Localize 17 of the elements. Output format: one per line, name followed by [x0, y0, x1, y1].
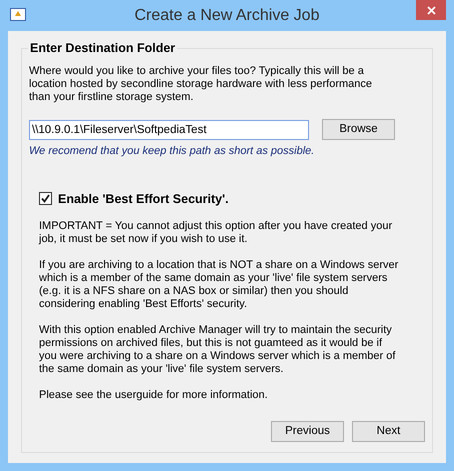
app-icon: [10, 8, 26, 21]
check-icon: [41, 194, 50, 204]
close-button[interactable]: [416, 0, 446, 20]
checkbox[interactable]: [39, 192, 52, 206]
path-field[interactable]: \\10.9.0.1\Fileserver\SoftpediaTest: [29, 120, 309, 140]
nav-button[interactable]: Previous: [271, 421, 344, 442]
close-icon: [426, 6, 436, 14]
info-paragraph: With this option enabled Archive Manager will try to maintain the security permissions on archived files, but this is not guamteed as it would be if you were archiving to a share on a Windows server which is a member of the same domain as your 'live' file system servers.: [39, 324, 396, 376]
checkbox-label: Enable 'Best Effort Security'.: [58, 190, 229, 208]
info-paragraph: If you are archiving to a location that is NOT a share on a Windows server which is a member of the same domain as your 'live' file system servers (e.g. it is a NFS share on a NAS box or similar) then you should considering enabling 'Best Efforts' security.: [39, 259, 399, 312]
info-paragraph: Please see the userguide for more information.: [39, 389, 269, 402]
nav-button[interactable]: Next: [352, 421, 425, 442]
hint-text: We recomend that you keep this path as short as possible.: [29, 144, 316, 159]
intro-text: Where would you like to archive your files too? Typically this will be a location hosted by secondline storage hardware with less performance than your firstline storage system.: [29, 65, 374, 104]
info-paragraph: IMPORTANT = You cannot adjust this option after you have created your job, it must be set now if you wish to use it.: [39, 220, 394, 246]
window-title: Create a New Archive Job: [134, 6, 320, 26]
browse-button[interactable]: Browse: [322, 119, 395, 140]
